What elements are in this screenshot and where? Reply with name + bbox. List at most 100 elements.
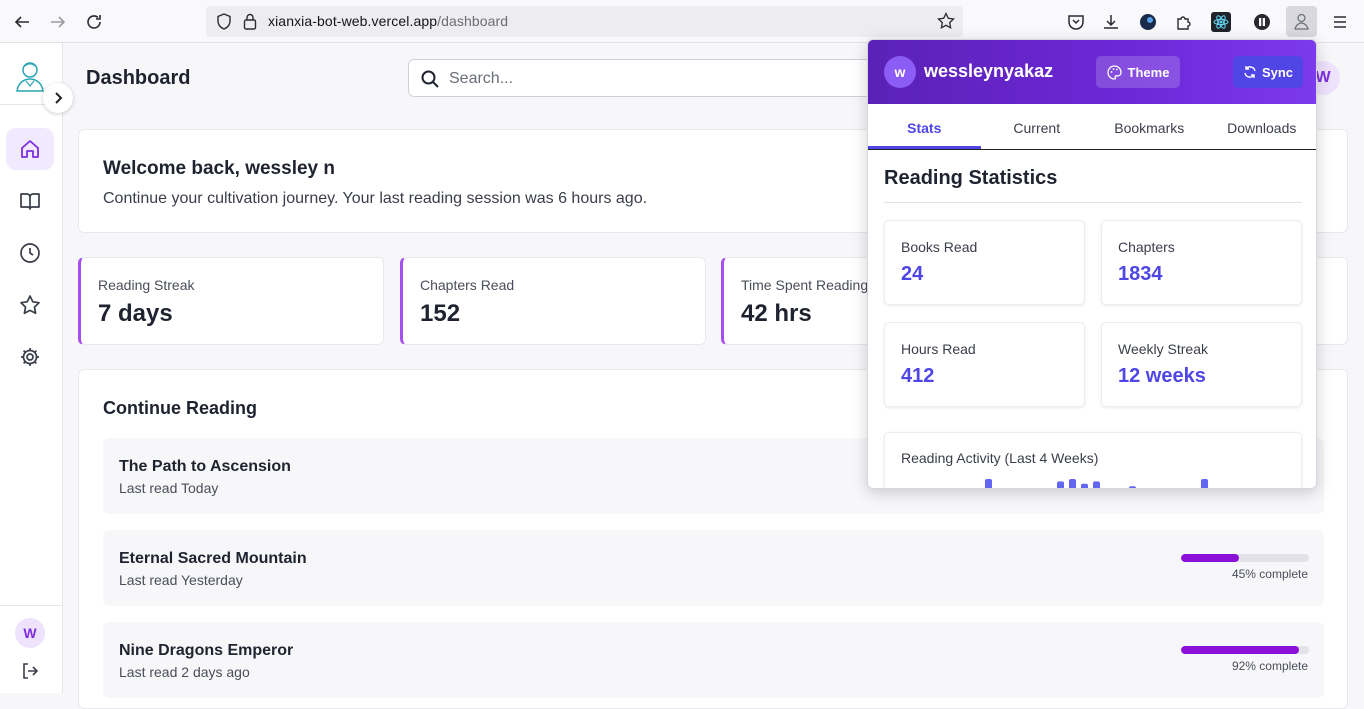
theme-button[interactable]: Theme: [1096, 56, 1180, 88]
welcome-subtitle: Continue your cultivation journey. Your …: [103, 190, 647, 208]
home-icon: [19, 138, 41, 160]
download-icon[interactable]: [1100, 11, 1122, 33]
react-devtools-icon[interactable]: [1210, 11, 1232, 33]
popup-stat-label: Weekly Streak: [1118, 341, 1208, 357]
sync-button[interactable]: Sync: [1233, 56, 1303, 88]
continue-reading-title: Continue Reading: [103, 398, 257, 419]
logout-icon[interactable]: [20, 661, 40, 681]
puzzle-icon[interactable]: [1173, 11, 1195, 33]
sidebar-item-favorites[interactable]: [6, 284, 54, 326]
popup-stat-value: 12 weeks: [1118, 365, 1206, 388]
popup-tabs: Stats Current Bookmarks Downloads: [868, 104, 1317, 150]
progress-bar: [1181, 646, 1309, 654]
progress-fill: [1181, 554, 1239, 562]
activity-bar: [1201, 479, 1208, 489]
url-bar[interactable]: xianxia-bot-web.vercel.app/dashboard: [206, 6, 963, 37]
stat-label: Time Spent Reading: [741, 277, 868, 293]
book-last-read: Last read 2 days ago: [119, 664, 250, 680]
search-icon: [421, 70, 439, 88]
url-host: xianxia-bot-web.vercel.app: [268, 13, 437, 29]
activity-bar: [1129, 486, 1136, 489]
browser-toolbar: xianxia-bot-web.vercel.app/dashboard: [0, 0, 1364, 43]
sidebar-item-history[interactable]: [6, 232, 54, 274]
sync-label: Sync: [1262, 65, 1293, 80]
popup-username: wessleynyakaz: [924, 61, 1053, 82]
shield-icon[interactable]: [216, 13, 232, 30]
tab-downloads[interactable]: Downloads: [1206, 104, 1318, 149]
progress-bar: [1181, 554, 1309, 562]
theme-label: Theme: [1128, 65, 1170, 80]
back-arrow-icon[interactable]: [11, 11, 33, 33]
popup-stat-value: 1834: [1118, 263, 1163, 286]
sidebar-item-settings[interactable]: [6, 336, 54, 378]
activity-chart: [885, 433, 1303, 489]
reload-icon[interactable]: [83, 11, 105, 33]
progress-label: 45% complete: [1232, 567, 1308, 581]
privacy-badger-icon[interactable]: [1251, 11, 1273, 33]
stat-label: Chapters Read: [420, 277, 514, 293]
url-path: /dashboard: [437, 13, 508, 29]
sidebar-expand-button[interactable]: [43, 83, 73, 113]
popup-stat-value: 24: [901, 263, 923, 286]
activity-bar: [1069, 479, 1076, 489]
stat-card-chapters: Chapters 1834: [1101, 220, 1302, 305]
tab-bookmarks[interactable]: Bookmarks: [1093, 104, 1206, 149]
popup-header: w wessleynyakaz Theme Sync: [868, 40, 1317, 104]
active-extension-button[interactable]: [1286, 6, 1317, 37]
progress-fill: [1181, 646, 1299, 654]
reading-statistics-heading: Reading Statistics: [884, 167, 1057, 190]
stat-card-chapters-read: Chapters Read 152: [400, 257, 706, 345]
sidebar: W: [0, 43, 63, 693]
extension-popup: w wessleynyakaz Theme Sync Stats Current…: [867, 39, 1317, 489]
popup-stat-label: Chapters: [1118, 239, 1175, 255]
book-last-read: Last read Yesterday: [119, 572, 243, 588]
book-title: The Path to Ascension: [119, 458, 291, 476]
search-box[interactable]: [408, 59, 878, 97]
activity-bar: [1081, 484, 1088, 489]
chevron-right-icon: [51, 91, 65, 105]
sidebar-avatar[interactable]: W: [15, 618, 45, 648]
progress-label: 92% complete: [1232, 659, 1308, 673]
reading-activity-card: Reading Activity (Last 4 Weeks): [884, 432, 1302, 489]
bookmark-star-icon[interactable]: [937, 12, 955, 30]
cultivator-icon: [1292, 12, 1311, 31]
stat-card-hours-read: Hours Read 412: [884, 322, 1085, 407]
sidebar-bottom-divider: [0, 605, 63, 606]
lock-icon[interactable]: [243, 13, 257, 30]
cultivator-logo-icon[interactable]: [11, 56, 49, 94]
stat-value: 152: [420, 300, 460, 328]
tab-current[interactable]: Current: [981, 104, 1094, 149]
extension-globe-icon[interactable]: [1137, 11, 1159, 33]
palette-icon: [1107, 65, 1122, 80]
forward-arrow-icon[interactable]: [47, 11, 69, 33]
popup-stat-value: 412: [901, 365, 934, 388]
activity-bar: [1057, 481, 1064, 489]
search-input[interactable]: [449, 68, 849, 90]
book-row[interactable]: Nine Dragons Emperor Last read 2 days ag…: [103, 622, 1324, 698]
popup-stat-label: Books Read: [901, 239, 977, 255]
heading-divider: [884, 202, 1302, 203]
sidebar-item-library[interactable]: [6, 180, 54, 222]
sidebar-item-home[interactable]: [6, 128, 54, 170]
menu-icon[interactable]: [1329, 11, 1351, 33]
pocket-icon[interactable]: [1065, 11, 1087, 33]
stat-label: Reading Streak: [98, 277, 195, 293]
stat-value: 42 hrs: [741, 300, 812, 328]
stat-card-reading-streak: Reading Streak 7 days: [78, 257, 384, 345]
stat-value: 7 days: [98, 300, 173, 328]
page-title: Dashboard: [86, 67, 190, 90]
book-last-read: Last read Today: [119, 480, 218, 496]
activity-bar: [1093, 481, 1100, 489]
book-title: Nine Dragons Emperor: [119, 642, 293, 660]
star-icon: [19, 294, 41, 316]
stat-card-weekly-streak: Weekly Streak 12 weeks: [1101, 322, 1302, 407]
stat-card-books-read: Books Read 24: [884, 220, 1085, 305]
clock-icon: [19, 242, 41, 264]
gear-icon: [19, 346, 41, 368]
sync-icon: [1243, 65, 1257, 79]
tab-stats[interactable]: Stats: [868, 104, 981, 149]
book-icon: [19, 190, 41, 212]
book-title: Eternal Sacred Mountain: [119, 550, 307, 568]
welcome-title: Welcome back, wessley n: [103, 158, 335, 180]
book-row[interactable]: Eternal Sacred Mountain Last read Yester…: [103, 530, 1324, 606]
